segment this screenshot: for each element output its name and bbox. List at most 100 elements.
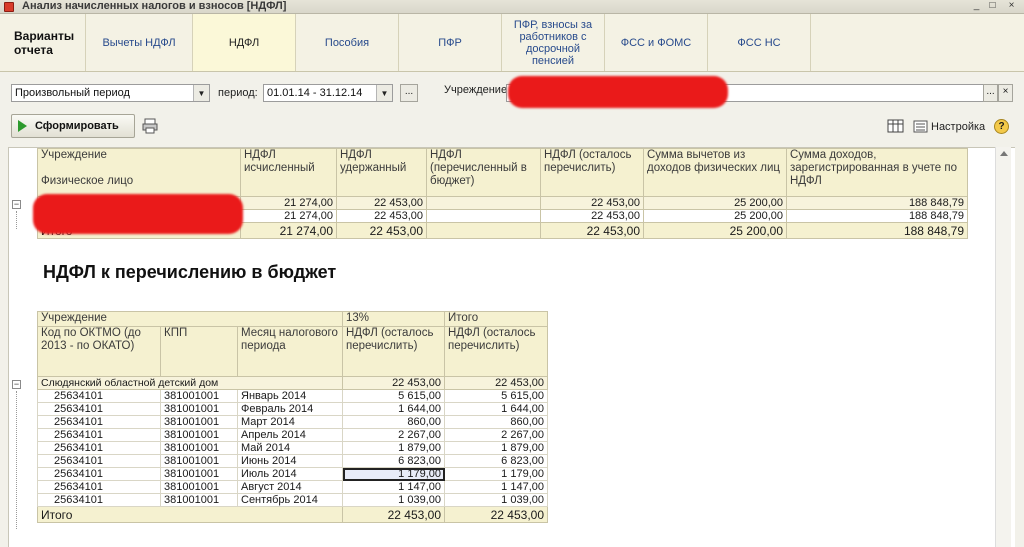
cell-month: Апрель 2014 xyxy=(237,428,343,442)
cell-total: 1 039,00 xyxy=(444,493,548,507)
tab-fss-foms[interactable]: ФСС и ФОМС xyxy=(605,14,708,71)
table-row[interactable]: 25634101 381001001 Январь 2014 5 615,00 … xyxy=(37,389,548,403)
help-icon[interactable]: ? xyxy=(994,119,1009,134)
collapse-icon[interactable]: − xyxy=(12,200,21,209)
report-window: Анализ начисленных налогов и взносов [НД… xyxy=(0,0,1024,547)
cell-month: Январь 2014 xyxy=(237,389,343,403)
tab-ndfl-deductions[interactable]: Вычеты НДФЛ xyxy=(86,14,193,71)
table-view-icon[interactable] xyxy=(887,119,905,134)
col-income: Сумма доходов, зарегистрированная в учет… xyxy=(786,148,968,197)
generate-button[interactable]: Сформировать xyxy=(11,114,135,138)
play-icon xyxy=(18,120,27,132)
cell-rate: 1 039,00 xyxy=(342,493,445,507)
cell-rate: 5 615,00 xyxy=(342,389,445,403)
chevron-down-icon[interactable]: ▼ xyxy=(376,85,392,101)
table-row[interactable]: 25634101 381001001 Июнь 2014 6 823,00 6 … xyxy=(37,454,548,468)
org-label: Учреждение: xyxy=(444,84,511,96)
table-row[interactable]: 25634101 381001001 Июль 2014 1 179,00 1 … xyxy=(37,467,548,481)
cell-calc: 21 274,00 xyxy=(240,196,337,210)
period-select-button[interactable]: ... xyxy=(400,84,418,102)
close-button[interactable]: × xyxy=(1005,1,1018,12)
cell-kpp: 381001001 xyxy=(160,428,238,442)
cell-month: Август 2014 xyxy=(237,480,343,494)
cell-oktmo: 25634101 xyxy=(37,480,161,494)
cell-month: Май 2014 xyxy=(237,441,343,455)
tab-pfr[interactable]: ПФР xyxy=(399,14,502,71)
cell-oktmo: 25634101 xyxy=(37,493,161,507)
period-input[interactable]: 01.01.14 - 31.12.14 ▼ xyxy=(263,84,393,102)
cell-total: 860,00 xyxy=(444,415,548,429)
tab-pfr-early-pension[interactable]: ПФР, взносы за работников с досрочной пе… xyxy=(502,14,605,71)
col-total: Итого xyxy=(444,311,548,327)
org-select-button[interactable]: ... xyxy=(983,84,998,102)
cell-calc: 21 274,00 xyxy=(240,209,337,223)
col-rate: 13% xyxy=(342,311,445,327)
minimize-button[interactable]: _ xyxy=(970,1,983,12)
period-type-select[interactable]: Произвольный период ▼ xyxy=(11,84,210,102)
cell-oktmo: 25634101 xyxy=(37,441,161,455)
cell-total: 2 267,00 xyxy=(444,428,548,442)
col-oktmo: Код по ОКТМО (до 2013 - по ОКАТО) xyxy=(37,326,161,377)
generate-button-label: Сформировать xyxy=(35,120,119,132)
cell-oktmo: 25634101 xyxy=(37,415,161,429)
chevron-down-icon[interactable]: ▼ xyxy=(193,85,209,101)
col-ndfl-remaining: НДФЛ (осталось перечислить) xyxy=(540,148,644,197)
title-bar: Анализ начисленных налогов и взносов [НД… xyxy=(0,0,1024,14)
table-row[interactable]: 25634101 381001001 Сентябрь 2014 1 039,0… xyxy=(37,493,548,507)
total-total: 22 453,00 xyxy=(444,506,548,523)
ndfl-budget-table: Учреждение 13% Итого Код по ОКТМО (до 20… xyxy=(37,311,548,523)
print-icon[interactable] xyxy=(142,118,160,134)
cell-total: 1 879,00 xyxy=(444,441,548,455)
group-total: 22 453,00 xyxy=(444,376,548,390)
table-row[interactable]: 25634101 381001001 Апрель 2014 2 267,00 … xyxy=(37,428,548,442)
org-clear-button[interactable]: × xyxy=(998,84,1013,102)
cell-kpp: 381001001 xyxy=(160,467,238,481)
cell-rate: 2 267,00 xyxy=(342,428,445,442)
scroll-up-icon[interactable] xyxy=(1000,151,1008,156)
table-row[interactable]: 25634101 381001001 Май 2014 1 879,00 1 8… xyxy=(37,441,548,455)
col-ndfl-calculated: НДФЛ исчисленный xyxy=(240,148,337,197)
total-deductions: 25 200,00 xyxy=(643,222,787,239)
cell-oktmo: 25634101 xyxy=(37,402,161,416)
cell-withheld: 22 453,00 xyxy=(336,209,427,223)
cell-kpp: 381001001 xyxy=(160,480,238,494)
report-tabs: Варианты отчета Вычеты НДФЛ НДФЛ Пособия… xyxy=(0,14,1024,72)
maximize-button[interactable]: □ xyxy=(986,1,999,12)
cell-income: 188 848,79 xyxy=(786,196,968,210)
period-value: 01.01.14 - 31.12.14 xyxy=(267,87,363,99)
tab-report-variants[interactable]: Варианты отчета xyxy=(0,14,86,71)
selected-cell-rate[interactable]: 1 179,00 xyxy=(342,467,445,481)
total-transferred xyxy=(426,222,541,239)
tab-fss-ns[interactable]: ФСС НС xyxy=(708,14,811,71)
cell-rate: 1 644,00 xyxy=(342,402,445,416)
tab-ndfl[interactable]: НДФЛ xyxy=(193,14,296,71)
cell-oktmo: 25634101 xyxy=(37,467,161,481)
cell-income: 188 848,79 xyxy=(786,209,968,223)
cell-month: Февраль 2014 xyxy=(237,402,343,416)
table-row[interactable]: 25634101 381001001 Март 2014 860,00 860,… xyxy=(37,415,548,429)
cell-deductions: 25 200,00 xyxy=(643,196,787,210)
cell-kpp: 381001001 xyxy=(160,441,238,455)
window-title: Анализ начисленных налогов и взносов [НД… xyxy=(22,0,287,12)
total-remaining: 22 453,00 xyxy=(540,222,644,239)
table-row[interactable]: 25634101 381001001 Август 2014 1 147,00 … xyxy=(37,480,548,494)
cell-month: Июль 2014 xyxy=(237,467,343,481)
col-kpp: КПП xyxy=(160,326,238,377)
settings-button[interactable]: Настройка xyxy=(931,121,985,133)
group-rate: 22 453,00 xyxy=(342,376,445,390)
vertical-scrollbar[interactable] xyxy=(995,147,1011,547)
table-row[interactable]: 25634101 381001001 Февраль 2014 1 644,00… xyxy=(37,402,548,416)
total-calc: 21 274,00 xyxy=(240,222,337,239)
tab-benefits[interactable]: Пособия xyxy=(296,14,399,71)
group-row[interactable]: Слюдянский областной детский дом 22 453,… xyxy=(37,376,548,390)
col-ndfl-total: НДФЛ (осталось перечислить) xyxy=(444,326,548,377)
collapse-icon[interactable]: − xyxy=(12,380,21,389)
period-label: период: xyxy=(218,87,258,99)
cell-withheld: 22 453,00 xyxy=(336,196,427,210)
cell-total: 1 179,00 xyxy=(444,467,548,481)
total-withheld: 22 453,00 xyxy=(336,222,427,239)
cell-oktmo: 25634101 xyxy=(37,454,161,468)
group-name: Слюдянский областной детский дом xyxy=(37,376,343,390)
redaction-mark xyxy=(508,76,728,108)
col-ndfl-transferred: НДФЛ (перечисленный в бюджет) xyxy=(426,148,541,197)
